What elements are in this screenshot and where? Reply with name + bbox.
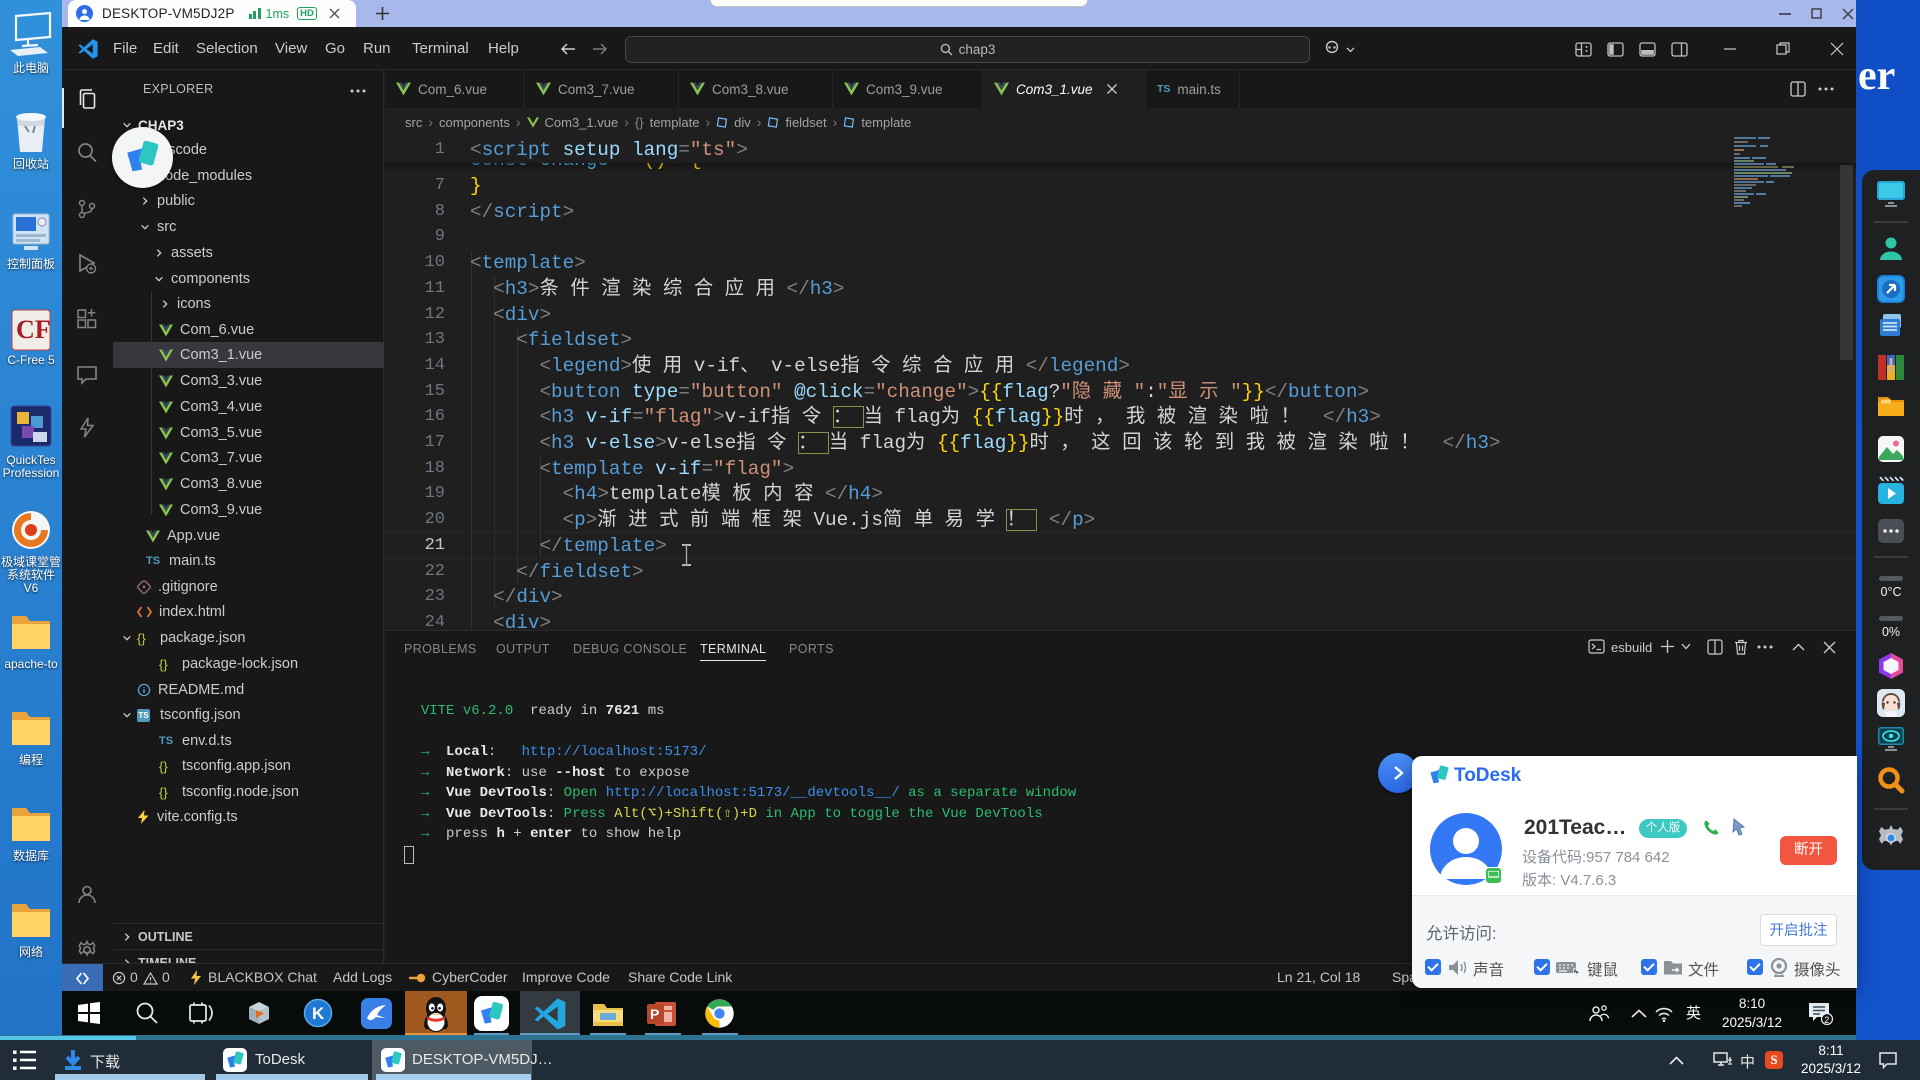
svg-text:K: K: [312, 1004, 325, 1023]
svg-text:2: 2: [1824, 1015, 1829, 1025]
svg-text:CF: CF: [16, 315, 51, 344]
svg-text:P: P: [650, 1006, 659, 1022]
